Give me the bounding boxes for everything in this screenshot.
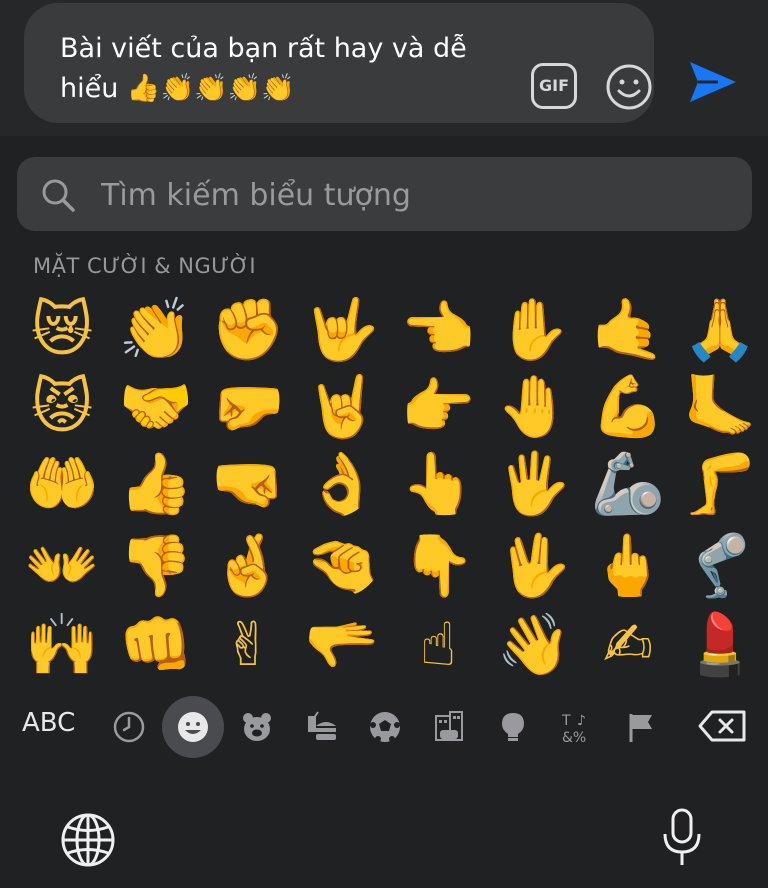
emoji-key[interactable]: 👍 xyxy=(116,444,196,524)
category-title: MẶT CƯỜI & NGƯỜI xyxy=(33,254,257,278)
emoji-key[interactable]: 🤘 xyxy=(302,367,382,447)
emoji-key[interactable]: ✋ xyxy=(494,290,574,370)
microphone-icon[interactable] xyxy=(662,808,702,868)
smiley-icon xyxy=(178,712,208,742)
emoji-search-input[interactable] xyxy=(99,171,703,219)
emoji-key[interactable]: 👋 xyxy=(494,605,574,685)
emoji-key[interactable]: 👌 xyxy=(302,444,382,524)
food-icon[interactable] xyxy=(304,710,338,744)
message-text[interactable]: Bài viết của bạn rất hay và dễ hiểu 👍👏👏👏… xyxy=(60,29,500,109)
emoji-key[interactable]: 🫳 xyxy=(302,605,382,685)
emoji-key[interactable]: 🤞 xyxy=(208,526,288,606)
emoji-button[interactable] xyxy=(605,63,653,111)
svg-text:&%: &% xyxy=(562,730,586,744)
emoji-key[interactable]: 🤛 xyxy=(208,367,288,447)
emoji-category-bar: ABC T ♪ &% xyxy=(0,696,768,760)
emoji-key[interactable]: 👇 xyxy=(398,526,478,606)
emoji-key[interactable]: 😿 xyxy=(22,290,102,370)
emoji-key[interactable]: 🤜 xyxy=(208,444,288,524)
emoji-key[interactable]: ✊ xyxy=(208,290,288,370)
emoji-key[interactable]: ☝ xyxy=(398,605,478,685)
message-composer-bar: Bài viết của bạn rất hay và dễ hiểu 👍👏👏👏… xyxy=(0,0,768,136)
emoji-key[interactable]: 👉 xyxy=(398,367,478,447)
emoji-key[interactable]: 👏 xyxy=(116,290,196,370)
emoji-key[interactable]: 🤙 xyxy=(588,290,668,370)
building-icon[interactable] xyxy=(432,710,466,744)
emoji-key[interactable]: 👊 xyxy=(116,605,196,685)
emoji-key[interactable]: 🦵 xyxy=(680,444,760,524)
globe-icon[interactable] xyxy=(60,812,116,868)
emoji-search-bar[interactable] xyxy=(17,157,752,231)
emoji-key[interactable]: ✌ xyxy=(208,605,288,685)
emoji-key[interactable]: 🖕 xyxy=(588,526,668,606)
emoji-key[interactable]: 🤟 xyxy=(302,290,382,370)
emoji-grid: 😿 👏 ✊ 🤟 👈 ✋ 🤙 🙏 😾 🤝 🤛 🤘 👉 🤚 💪 🦶 🤲 👍 🤜 👌 👆 🖐 🦾 🦵 👐 👎 🤞 🤏 👇 🖖 🖕 🦿 🙌 👊 ✌ 🫳 ☝ 👋 ✍ 💄 xyxy=(0,290,768,690)
symbols-icon[interactable]: T ♪ &% xyxy=(560,710,594,744)
emoji-key[interactable]: 🙏 xyxy=(680,290,760,370)
category-smileys-active[interactable] xyxy=(162,696,224,758)
lightbulb-icon[interactable] xyxy=(496,710,530,744)
flag-icon[interactable] xyxy=(624,710,658,744)
emoji-key[interactable]: 💪 xyxy=(588,367,668,447)
emoji-key[interactable]: 🦿 xyxy=(680,526,760,606)
emoji-key[interactable]: 🙌 xyxy=(22,605,102,685)
emoji-key[interactable]: 👈 xyxy=(398,290,478,370)
emoji-key[interactable]: 🤏 xyxy=(302,526,382,606)
search-icon xyxy=(42,179,75,212)
emoji-key[interactable]: 🤝 xyxy=(116,367,196,447)
emoji-key[interactable]: 🦶 xyxy=(680,367,760,447)
emoji-key[interactable]: ✍ xyxy=(588,605,668,685)
send-button[interactable] xyxy=(688,58,738,106)
emoji-key[interactable]: 🖖 xyxy=(494,526,574,606)
svg-text:♪: ♪ xyxy=(577,713,586,729)
svg-text:T: T xyxy=(561,713,571,729)
bear-icon[interactable] xyxy=(240,710,274,744)
emoji-key[interactable]: 👐 xyxy=(22,526,102,606)
emoji-key[interactable]: 💄 xyxy=(680,605,760,685)
emoji-key[interactable]: 🤲 xyxy=(22,444,102,524)
emoji-key[interactable]: 🖐 xyxy=(494,444,574,524)
clock-icon[interactable] xyxy=(112,710,146,744)
emoji-key[interactable]: 👆 xyxy=(398,444,478,524)
soccer-ball-icon[interactable] xyxy=(368,710,402,744)
backspace-icon[interactable] xyxy=(698,710,746,742)
emoji-key[interactable]: 🦾 xyxy=(588,444,668,524)
emoji-key[interactable]: 🤚 xyxy=(494,367,574,447)
message-input-box[interactable]: Bài viết của bạn rất hay và dễ hiểu 👍👏👏👏… xyxy=(24,3,654,123)
abc-keyboard-button[interactable]: ABC xyxy=(22,708,75,738)
emoji-key[interactable]: 😾 xyxy=(22,367,102,447)
emoji-key[interactable]: 👎 xyxy=(116,526,196,606)
gif-button[interactable]: GIF xyxy=(531,63,577,109)
